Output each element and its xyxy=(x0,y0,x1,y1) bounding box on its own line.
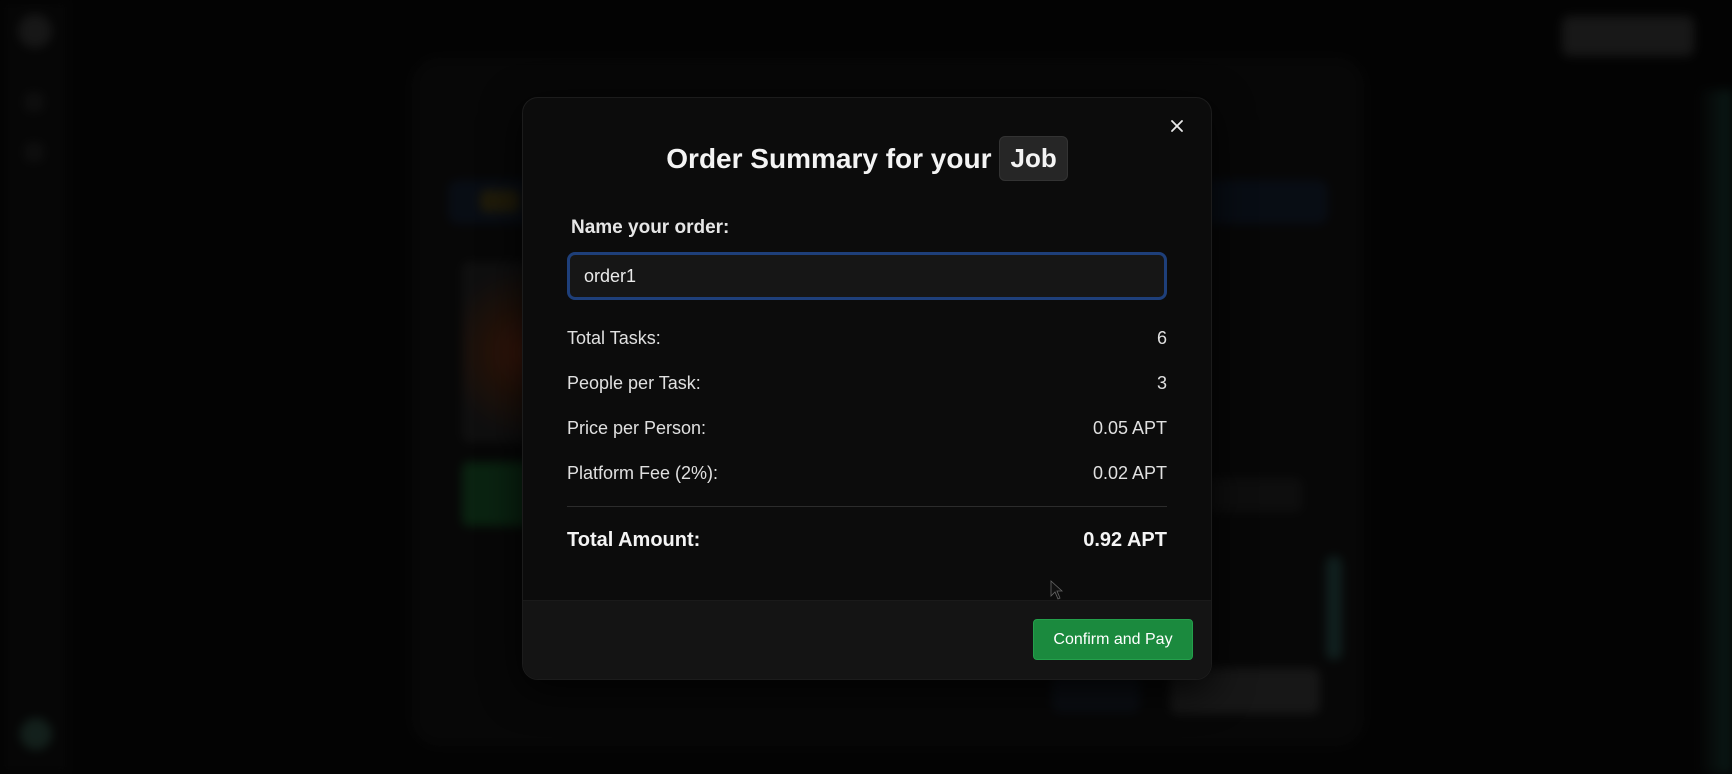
modal-footer: Confirm and Pay xyxy=(523,600,1211,679)
total-amount-row: Total Amount: 0.92 APT xyxy=(567,507,1167,573)
summary-row-label: People per Task: xyxy=(567,373,701,393)
order-name-input[interactable] xyxy=(567,252,1167,300)
summary-row-value: 3 xyxy=(1156,373,1167,393)
close-icon xyxy=(1171,120,1183,132)
order-name-label: Name your order: xyxy=(571,217,730,238)
mouse-cursor-icon xyxy=(1050,580,1064,600)
screen: Order Summary for your Job Name your ord… xyxy=(0,0,1732,774)
summary-row-value: 0.05 APT xyxy=(1092,418,1167,438)
summary-row-label: Total Tasks: xyxy=(567,328,661,348)
summary-row-total-tasks: Total Tasks: 6 xyxy=(567,316,1167,361)
order-summary-modal: Order Summary for your Job Name your ord… xyxy=(522,97,1212,680)
modal-title: Order Summary for your Job xyxy=(523,136,1211,181)
total-amount-label: Total Amount: xyxy=(567,528,701,551)
confirm-and-pay-button[interactable]: Confirm and Pay xyxy=(1033,619,1193,660)
order-details: Total Tasks: 6 People per Task: 3 Price … xyxy=(567,316,1167,573)
summary-row-price-per-person: Price per Person: 0.05 APT xyxy=(567,406,1167,451)
summary-row-value: 0.02 APT xyxy=(1092,463,1167,483)
job-chip: Job xyxy=(999,136,1068,181)
close-button[interactable] xyxy=(1165,114,1189,138)
summary-row-platform-fee: Platform Fee (2%): 0.02 APT xyxy=(567,451,1167,496)
summary-row-label: Platform Fee (2%): xyxy=(567,463,719,483)
total-amount-value: 0.92 APT xyxy=(1083,528,1167,551)
summary-row-people-per-task: People per Task: 3 xyxy=(567,361,1167,406)
modal-title-text: Order Summary for your xyxy=(666,142,992,174)
summary-row-label: Price per Person: xyxy=(567,418,707,438)
summary-row-value: 6 xyxy=(1156,328,1167,348)
